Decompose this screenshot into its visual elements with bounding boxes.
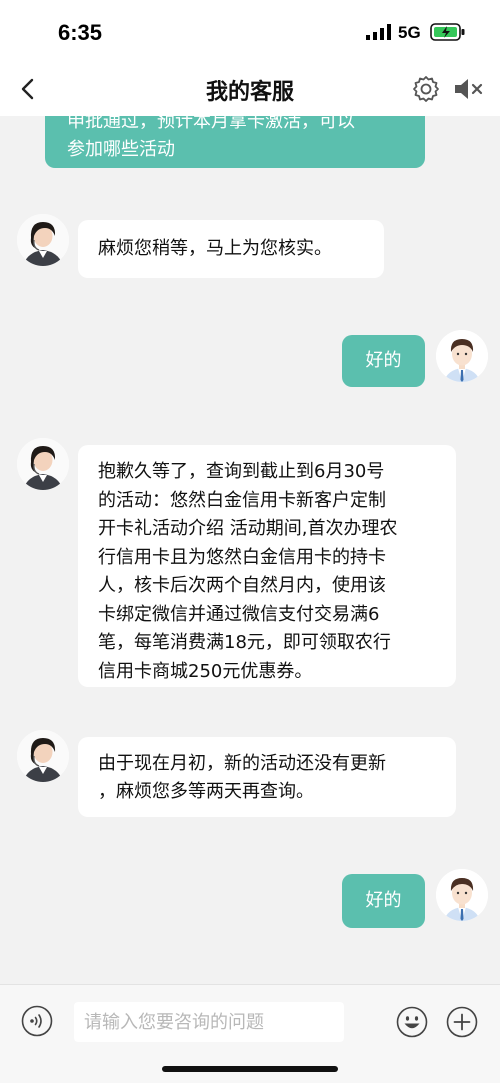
status-time: 6:35 [58,20,103,45]
message-line: 抱歉久等了，查询到截止到6月30号 [98,461,385,482]
signal-icon [366,24,391,40]
message-line: 麻烦您稍等，马上为您核实。 [98,238,332,259]
user-message-bubble: 好的 [342,874,425,928]
home-indicator [162,1066,338,1072]
plus-icon[interactable] [446,1006,478,1038]
message-line: 申批通过，预计本月拿卡激活，可以 [67,116,355,132]
message-line: 行信用卡且为悠然白金信用卡的持卡 [98,546,386,568]
agent-avatar[interactable] [17,214,69,266]
message-line: 人，核卡后次两个自然月内，使用该 [98,575,386,596]
emoji-icon[interactable] [396,1006,428,1038]
message-line: 卡绑定微信并通过微信支付交易满6 [98,603,380,625]
battery-icon [430,23,465,41]
agent-avatar[interactable] [17,730,69,782]
agent-message-bubble: 麻烦您稍等，马上为您核实。 [78,220,384,278]
speaker-mute-icon[interactable] [451,74,485,104]
agent-message-bubble: 由于现在月初，新的活动还没有更新 ，麻烦您多等两天再查询。 [78,737,456,817]
message-line: 笔，每笔消费满18元，即可领取农行 [98,632,391,653]
message-input[interactable] [74,1002,344,1042]
message-line: 参加哪些活动 [67,139,175,160]
agent-avatar[interactable] [17,438,69,490]
gear-icon[interactable] [411,74,441,104]
nav-bar: 我的客服 [0,62,500,116]
status-bar: 6:35 5G [0,0,500,62]
user-avatar[interactable] [436,869,488,921]
network-label: 5G [398,23,421,42]
input-bar [0,984,500,1083]
chat-area[interactable]: 申批通过，预计本月拿卡激活，可以 参加哪些活动 麻烦您稍等，马上为您核实。 好的 [0,116,500,984]
user-message-bubble: 好的 [342,335,425,387]
user-message-bubble: 申批通过，预计本月拿卡激活，可以 参加哪些活动 [45,116,425,168]
agent-message-bubble: 抱歉久等了，查询到截止到6月30号 的活动：悠然白金信用卡新客户定制 开卡礼活动… [78,445,456,687]
user-avatar[interactable] [436,330,488,382]
message-line: 好的 [365,890,402,911]
message-line: 好的 [365,350,402,371]
voice-icon[interactable] [21,1005,53,1037]
message-line: ，麻烦您多等两天再查询。 [98,781,314,802]
message-line: 信用卡商城250元优惠券。 [98,660,313,682]
message-line: 由于现在月初，新的活动还没有更新 [98,753,386,774]
message-line: 的活动：悠然白金信用卡新客户定制 [98,489,386,511]
message-line: 开卡礼活动介绍 活动期间,首次办理农 [98,518,398,539]
